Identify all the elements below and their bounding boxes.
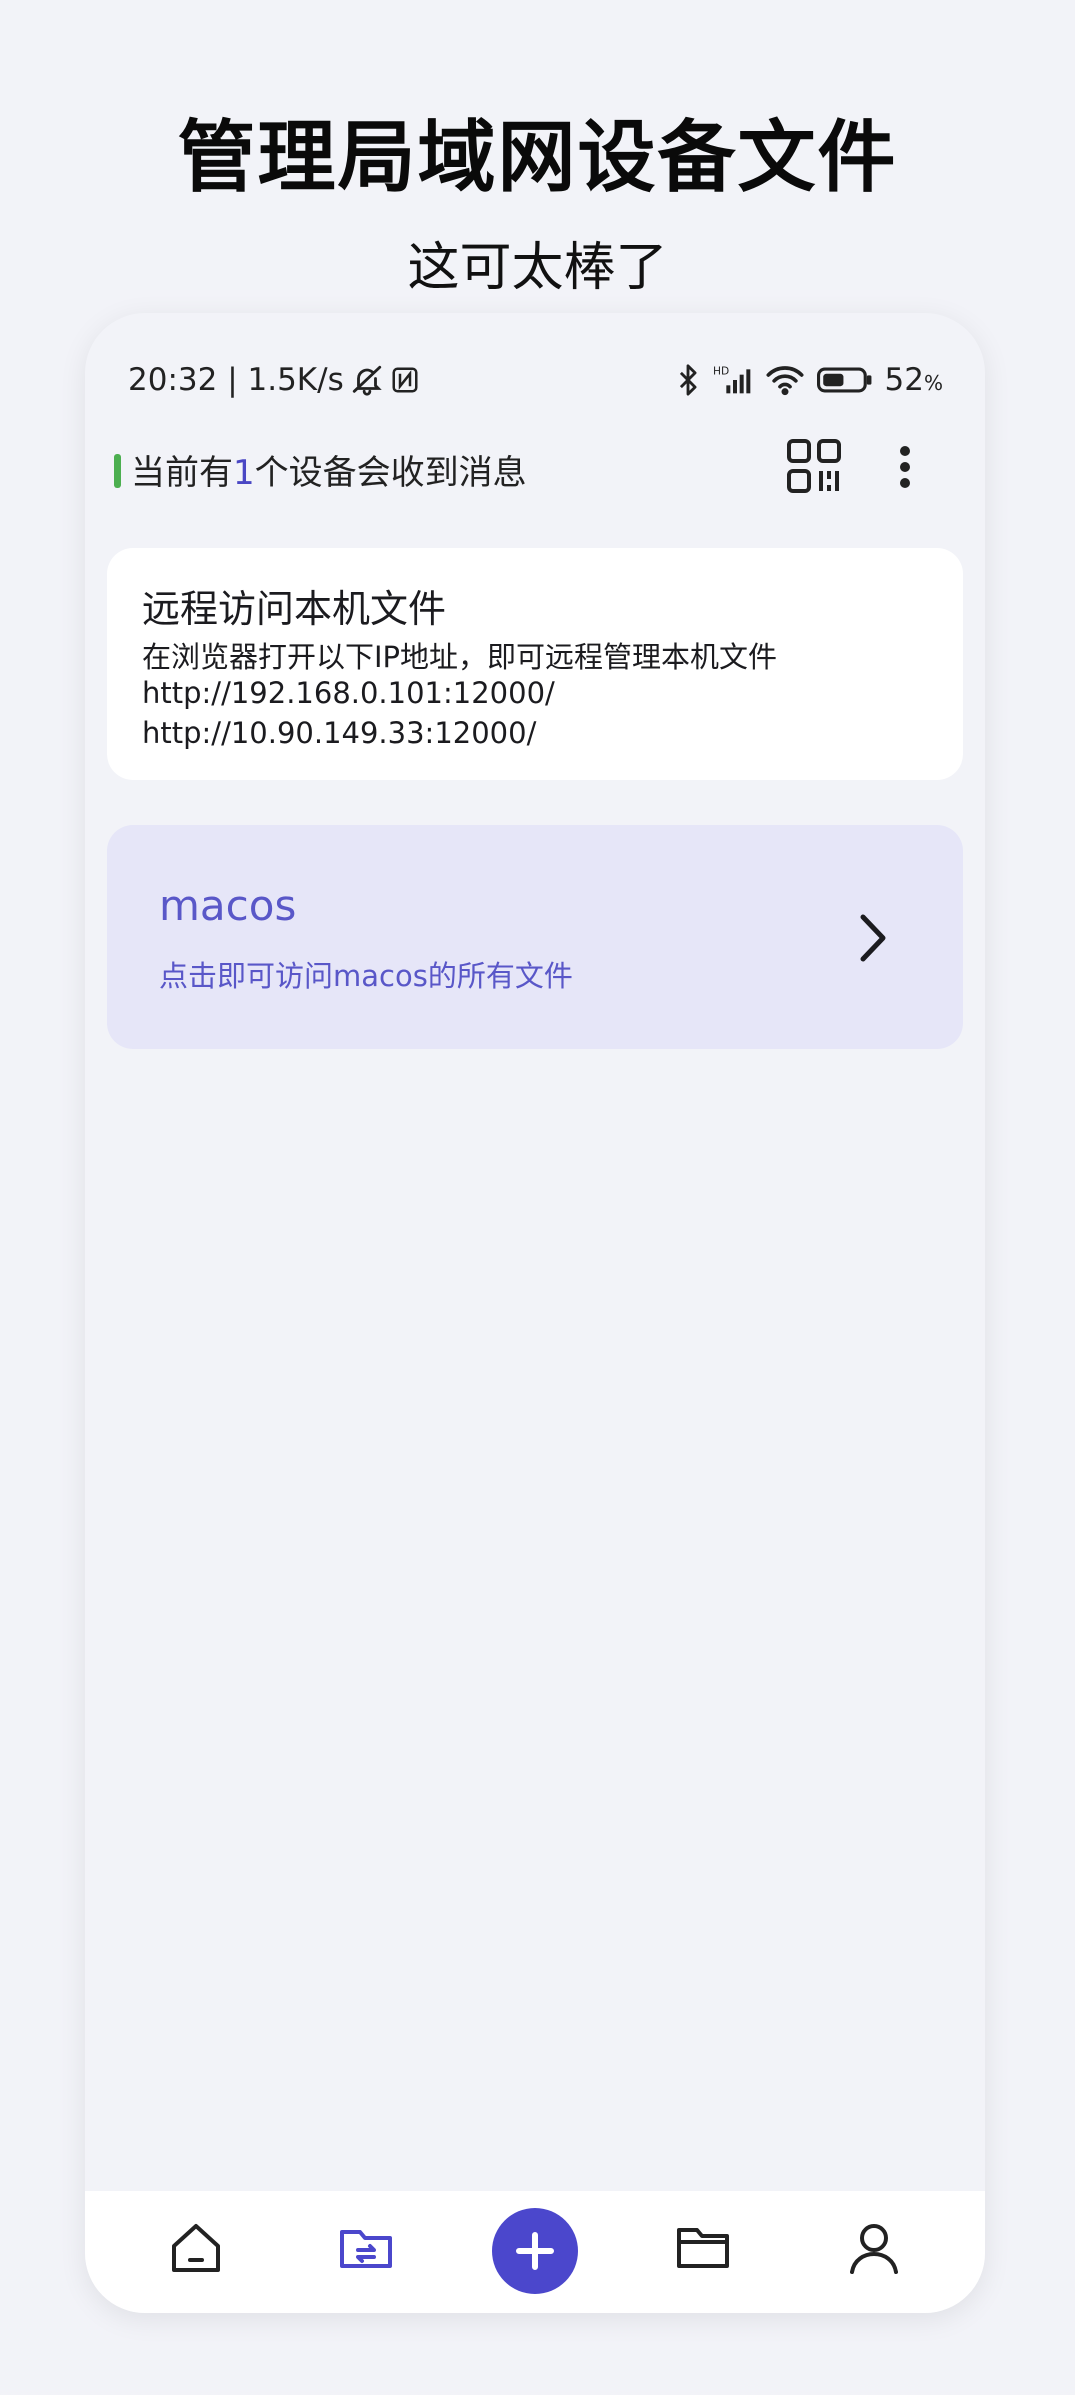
- folder-icon[interactable]: [658, 2203, 748, 2293]
- phone-frame: 20:32 | 1.5K/s HD 52% 当前有1个设备会收到消息 远程访问本…: [85, 313, 985, 2313]
- device-description: 点击即可访问macos的所有文件: [159, 959, 573, 993]
- svg-text:HD: HD: [713, 365, 729, 378]
- remote-access-card: 远程访问本机文件 在浏览器打开以下IP地址，即可远程管理本机文件 http://…: [107, 548, 963, 780]
- add-icon[interactable]: [492, 2208, 578, 2294]
- chevron-right-icon: [847, 903, 897, 973]
- remote-url-1[interactable]: http://192.168.0.101:12000/: [142, 676, 555, 710]
- remote-url-2[interactable]: http://10.90.149.33:12000/: [142, 716, 536, 750]
- qr-code-icon[interactable]: [785, 437, 845, 497]
- wifi-icon: [765, 363, 805, 397]
- remote-access-description: 在浏览器打开以下IP地址，即可远程管理本机文件: [142, 640, 778, 674]
- remote-access-title: 远程访问本机文件: [142, 587, 447, 631]
- device-count: 1: [233, 453, 255, 493]
- promo-headline: 管理局域网设备文件: [177, 113, 898, 203]
- app-bar: 当前有1个设备会收到消息: [85, 423, 985, 513]
- mute-bell-icon: [350, 363, 384, 397]
- bottom-navigation: [85, 2191, 985, 2313]
- battery-level: 52: [884, 362, 924, 398]
- battery-unit: %: [923, 371, 943, 395]
- hd-signal-icon: HD: [713, 363, 753, 397]
- transfer-folder-icon[interactable]: [321, 2203, 411, 2293]
- device-card-macos[interactable]: macos 点击即可访问macos的所有文件: [107, 825, 963, 1049]
- status-time-speed: 20:32 | 1.5K/s: [128, 362, 344, 398]
- online-indicator: [114, 454, 121, 488]
- status-bar: 20:32 | 1.5K/s HD 52%: [85, 345, 985, 415]
- profile-icon[interactable]: [829, 2203, 919, 2293]
- home-icon[interactable]: [151, 2203, 241, 2293]
- nfc-icon: [390, 365, 420, 395]
- more-options-icon[interactable]: [890, 437, 920, 497]
- device-count-title: 当前有1个设备会收到消息: [131, 453, 527, 493]
- promo-subline: 这可太棒了: [407, 238, 668, 298]
- bluetooth-icon: [675, 363, 701, 397]
- device-name: macos: [159, 881, 297, 930]
- battery-icon: [816, 365, 873, 395]
